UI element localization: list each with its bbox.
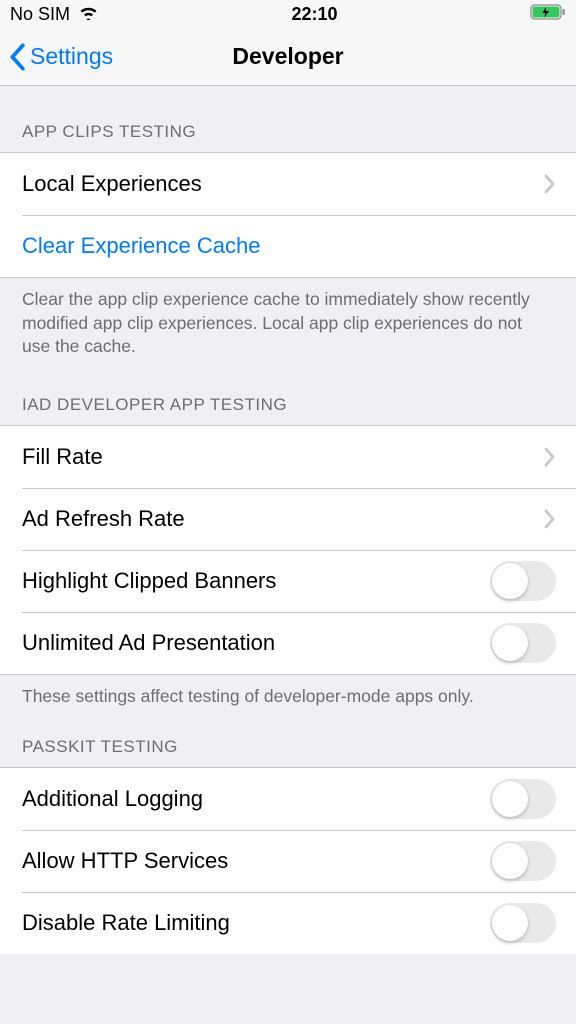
section-footer-appclips: Clear the app clip experience cache to i… <box>0 278 576 367</box>
row-label: Ad Refresh Rate <box>22 506 544 532</box>
row-allow-http: Allow HTTP Services <box>0 830 576 892</box>
row-local-experiences[interactable]: Local Experiences <box>0 153 576 215</box>
back-button[interactable]: Settings <box>0 43 113 71</box>
row-label: Allow HTTP Services <box>22 848 490 874</box>
content-scroll[interactable]: APP CLIPS TESTING Local Experiences Clea… <box>0 86 576 1024</box>
chevron-right-icon <box>544 447 556 467</box>
row-disable-rate-limiting: Disable Rate Limiting <box>0 892 576 954</box>
row-unlimited-ad: Unlimited Ad Presentation <box>0 612 576 674</box>
row-label: Local Experiences <box>22 171 544 197</box>
switch-disable-rate-limiting[interactable] <box>490 903 556 943</box>
list-iad: Fill Rate Ad Refresh Rate Highlight Clip… <box>0 425 576 675</box>
chevron-left-icon <box>8 43 26 71</box>
chevron-right-icon <box>544 509 556 529</box>
switch-additional-logging[interactable] <box>490 779 556 819</box>
row-additional-logging: Additional Logging <box>0 768 576 830</box>
row-highlight-clipped: Highlight Clipped Banners <box>0 550 576 612</box>
switch-allow-http[interactable] <box>490 841 556 881</box>
back-label: Settings <box>30 43 113 70</box>
status-bar: No SIM 22:10 <box>0 0 576 28</box>
section-header-iad: IAD DEVELOPER APP TESTING <box>0 367 576 425</box>
row-label: Clear Experience Cache <box>22 233 556 259</box>
section-header-appclips: APP CLIPS TESTING <box>0 86 576 152</box>
list-passkit: Additional Logging Allow HTTP Services D… <box>0 767 576 954</box>
list-appclips: Local Experiences Clear Experience Cache <box>0 152 576 278</box>
row-label: Fill Rate <box>22 444 544 470</box>
switch-unlimited-ad[interactable] <box>490 623 556 663</box>
battery-charging-icon <box>530 4 566 25</box>
wifi-icon <box>78 4 99 25</box>
clock: 22:10 <box>291 4 337 25</box>
row-ad-refresh-rate[interactable]: Ad Refresh Rate <box>0 488 576 550</box>
section-header-passkit: PASSKIT TESTING <box>0 717 576 767</box>
chevron-right-icon <box>544 174 556 194</box>
row-label: Highlight Clipped Banners <box>22 568 490 594</box>
row-label: Disable Rate Limiting <box>22 910 490 936</box>
row-fill-rate[interactable]: Fill Rate <box>0 426 576 488</box>
carrier-label: No SIM <box>10 4 70 25</box>
section-footer-iad: These settings affect testing of develop… <box>0 675 576 717</box>
row-clear-cache[interactable]: Clear Experience Cache <box>0 215 576 277</box>
nav-bar: Settings Developer <box>0 28 576 86</box>
switch-highlight-clipped[interactable] <box>490 561 556 601</box>
row-label: Unlimited Ad Presentation <box>22 630 490 656</box>
row-label: Additional Logging <box>22 786 490 812</box>
